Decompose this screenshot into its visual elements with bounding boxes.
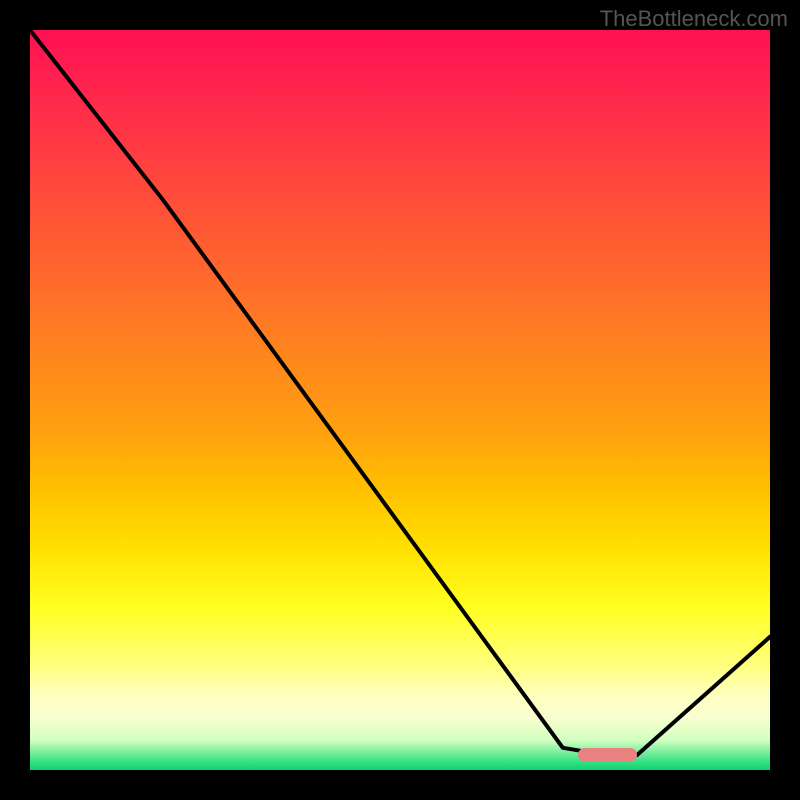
plot-area: [30, 30, 770, 770]
bottleneck-curve: [30, 30, 770, 770]
watermark-text: TheBottleneck.com: [600, 6, 788, 32]
optimal-marker: [578, 748, 637, 762]
chart-container: TheBottleneck.com: [0, 0, 800, 800]
